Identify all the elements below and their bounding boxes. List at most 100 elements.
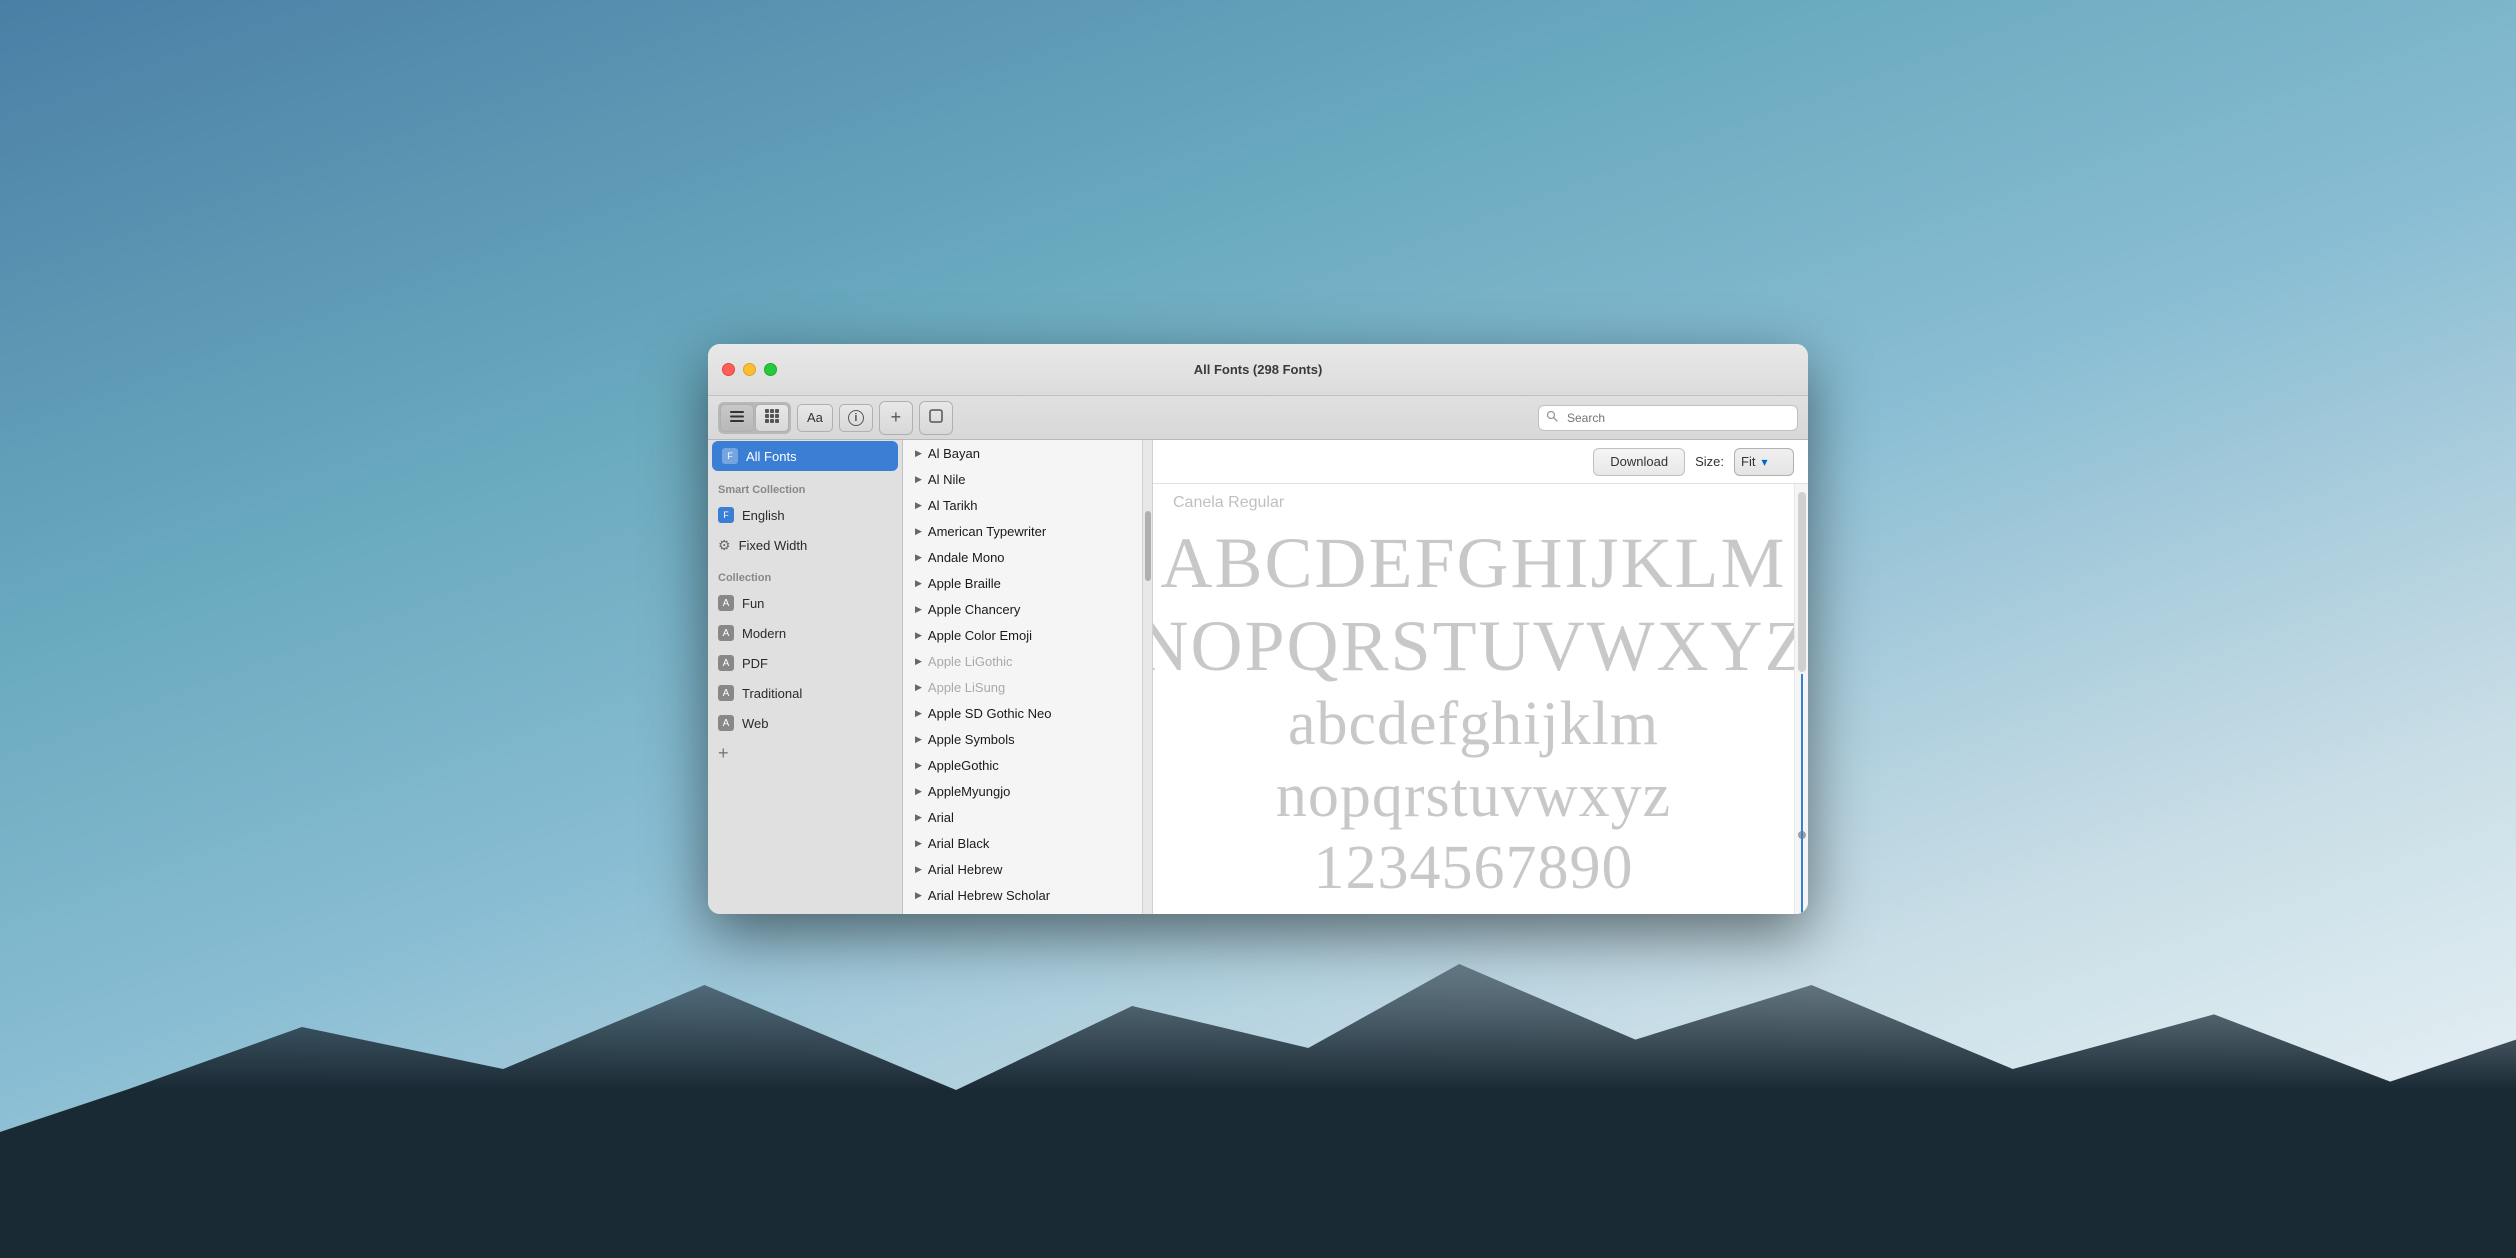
maximize-button[interactable] <box>764 363 777 376</box>
font-list-item[interactable]: ▶ Al Bayan <box>903 440 1142 466</box>
font-list-item[interactable]: ▶ Apple LiSung <box>903 674 1142 700</box>
info-button[interactable]: i <box>839 404 873 432</box>
expand-arrow-icon: ▶ <box>915 786 922 797</box>
expand-arrow-icon: ▶ <box>915 890 922 901</box>
font-list-item[interactable]: ▶Arial Narrow <box>903 908 1142 914</box>
add-collection-button[interactable]: + <box>708 738 902 768</box>
pdf-icon: A <box>718 655 734 671</box>
fun-icon: A <box>718 595 734 611</box>
expand-arrow-icon: ▶ <box>915 448 922 459</box>
font-name-label: AppleMyungjo <box>928 784 1010 799</box>
font-list-item[interactable]: ▶Apple Chancery <box>903 596 1142 622</box>
font-name-label: Arial Black <box>928 836 989 851</box>
sidebar-item-pdf[interactable]: A PDF <box>708 648 902 678</box>
english-icon: F <box>718 507 734 523</box>
square-icon <box>929 409 943 426</box>
info-icon: i <box>848 410 864 426</box>
plus-icon: + <box>891 407 902 428</box>
preview-lowercase2: nopqrstuvwxyz <box>1276 762 1671 830</box>
font-list-item[interactable]: ▶ AppleMyungjo <box>903 778 1142 804</box>
size-select[interactable]: Fit ▾ <box>1734 448 1794 476</box>
expand-arrow-icon: ▶ <box>915 656 922 667</box>
font-list-item[interactable]: ▶ American Typewriter <box>903 518 1142 544</box>
font-name-label: Apple Symbols <box>928 732 1015 747</box>
font-name-label: American Typewriter <box>928 524 1046 539</box>
square-button[interactable] <box>919 401 953 435</box>
expand-arrow-icon: ▶ <box>915 500 922 511</box>
preview-scrollbar[interactable] <box>1794 484 1808 914</box>
traditional-icon: A <box>718 685 734 701</box>
web-icon: A <box>718 715 734 731</box>
expand-arrow-icon: ▶ <box>915 760 922 771</box>
font-list-item[interactable]: ▶ Arial Black <box>903 830 1142 856</box>
font-list-item[interactable]: ▶Arial <box>903 804 1142 830</box>
font-name-label: Apple LiSung <box>928 680 1005 695</box>
sidebar-item-fixed-width[interactable]: ⚙ Fixed Width <box>708 530 902 560</box>
minimize-button[interactable] <box>743 363 756 376</box>
expand-arrow-icon: ▶ <box>915 682 922 693</box>
expand-arrow-icon: ▶ <box>915 474 922 485</box>
font-name-label: Al Bayan <box>928 446 980 461</box>
font-list-item[interactable]: ▶Al Tarikh <box>903 492 1142 518</box>
font-list-item[interactable]: ▶ Apple SD Gothic Neo <box>903 700 1142 726</box>
font-list-item[interactable]: ▶Al Nile <box>903 466 1142 492</box>
sidebar-item-modern[interactable]: A Modern <box>708 618 902 648</box>
english-label: English <box>742 508 785 523</box>
sidebar-item-english[interactable]: F English <box>708 500 902 530</box>
sidebar-item-web[interactable]: A Web <box>708 708 902 738</box>
font-list-item[interactable]: ▶ Apple LiGothic <box>903 648 1142 674</box>
sidebar-item-fun[interactable]: A Fun <box>708 588 902 618</box>
font-name-label: Apple Color Emoji <box>928 628 1032 643</box>
preview-characters: ABCDEFGHIJKLM NOPQRSTUVWXYZ abcdefghijkl… <box>1153 512 1794 914</box>
preview-toolbar: Download Size: Fit ▾ <box>1153 440 1808 484</box>
font-preview-icon: Aa <box>807 410 823 425</box>
font-name-label: Apple LiGothic <box>928 654 1013 669</box>
font-list-item[interactable]: ▶ Arial Hebrew Scholar <box>903 882 1142 908</box>
expand-arrow-icon: ▶ <box>915 526 922 537</box>
scrollbar-thumb <box>1145 511 1151 581</box>
font-name-label: Apple Braille <box>928 576 1001 591</box>
font-name-label: Arial Hebrew Scholar <box>928 888 1050 903</box>
list-view-button[interactable] <box>720 404 754 432</box>
all-fonts-label: All Fonts <box>746 449 797 464</box>
font-list-item[interactable]: ▶Arial Hebrew <box>903 856 1142 882</box>
download-button[interactable]: Download <box>1593 448 1685 476</box>
chevron-down-icon: ▾ <box>1761 455 1767 469</box>
expand-arrow-icon: ▶ <box>915 838 922 849</box>
preview-scrollbar-track <box>1798 492 1806 672</box>
size-value: Fit <box>1741 454 1755 469</box>
expand-arrow-icon: ▶ <box>915 812 922 823</box>
font-preview-button[interactable]: Aa <box>797 404 833 432</box>
font-list-item[interactable]: ▶AppleGothic <box>903 752 1142 778</box>
font-list-scrollbar[interactable] <box>1143 440 1153 914</box>
fun-label: Fun <box>742 596 764 611</box>
font-name: Canela Regular <box>1153 484 1794 512</box>
font-list-item[interactable]: ▶Apple Symbols <box>903 726 1142 752</box>
grid-view-button[interactable] <box>755 404 789 432</box>
fixed-width-label: Fixed Width <box>739 538 808 553</box>
preview-numbers: 1234567890 <box>1314 834 1634 902</box>
font-name-label: Arial Hebrew <box>928 862 1002 877</box>
expand-arrow-icon: ▶ <box>915 630 922 641</box>
sidebar-item-all-fonts[interactable]: F All Fonts <box>712 441 898 471</box>
add-button[interactable]: + <box>879 401 913 435</box>
expand-arrow-icon: ▶ <box>915 708 922 719</box>
gear-icon: ⚙ <box>718 537 731 554</box>
modern-icon: A <box>718 625 734 641</box>
traditional-label: Traditional <box>742 686 802 701</box>
expand-arrow-icon: ▶ <box>915 552 922 563</box>
font-name-label: Apple Chancery <box>928 602 1021 617</box>
main-window: All Fonts (298 Fonts) <box>708 344 1808 914</box>
font-name-label: Apple SD Gothic Neo <box>928 706 1052 721</box>
modern-label: Modern <box>742 626 786 641</box>
search-input[interactable] <box>1538 405 1798 431</box>
font-list-item[interactable]: ▶Apple Braille <box>903 570 1142 596</box>
close-button[interactable] <box>722 363 735 376</box>
preview-lowercase1: abcdefghijklm <box>1288 690 1659 758</box>
sidebar-item-traditional[interactable]: A Traditional <box>708 678 902 708</box>
preview-scroll-line <box>1801 674 1803 914</box>
font-list-item[interactable]: ▶Andale Mono <box>903 544 1142 570</box>
main-content: F All Fonts Smart Collection F English ⚙… <box>708 440 1808 914</box>
font-list-item[interactable]: ▶ Apple Color Emoji <box>903 622 1142 648</box>
size-label: Size: <box>1695 454 1724 469</box>
